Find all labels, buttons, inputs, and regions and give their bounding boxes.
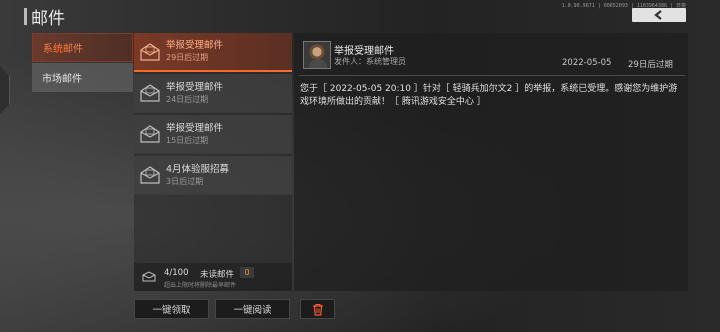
mail-sender: 发件人：系统管理员 — [334, 57, 406, 66]
page-title-text: 邮件 — [31, 9, 65, 29]
mail-detail-title: 举报受理邮件 — [334, 46, 394, 57]
mail-list-item[interactable]: 举报受理邮件 24日后过期 — [134, 74, 292, 113]
mail-expiry: 3日后过期 — [166, 176, 204, 186]
category-system-mail[interactable]: 系统邮件 — [32, 33, 133, 62]
claim-all-button[interactable]: 一键领取 — [134, 299, 209, 319]
page-title: 邮件 — [24, 4, 65, 29]
mailbox-icon — [142, 271, 156, 282]
mail-body: 您于［ 2022-05-05 20:10 ］针对［ 轻骑兵加尔文2 ］的举报，系… — [300, 84, 678, 107]
detail-divider — [299, 75, 685, 76]
envelope-icon — [140, 84, 160, 102]
mail-list-item[interactable]: 举报受理邮件 29日后过期 — [134, 33, 292, 72]
mail-expiry-detail: 29日后过期 — [628, 60, 673, 70]
envelope-icon — [140, 42, 160, 61]
read-all-button[interactable]: 一键阅读 — [215, 299, 290, 319]
envelope-icon — [140, 125, 160, 143]
category-label: 市场邮件 — [42, 74, 82, 85]
mail-title: 举报受理邮件 — [166, 122, 224, 134]
category-market-mail[interactable]: 市场邮件 — [32, 63, 133, 92]
title-bar-accent — [24, 8, 27, 25]
mail-count: 4/100 — [164, 268, 189, 278]
mail-expiry: 24日后过期 — [166, 94, 209, 104]
unread-count-badge: 0 — [240, 267, 254, 278]
mail-detail-panel — [294, 33, 688, 291]
sender-avatar — [303, 41, 331, 69]
category-label: 系统邮件 — [43, 44, 83, 55]
mail-date: 2022-05-05 — [562, 58, 612, 68]
trash-icon — [312, 303, 323, 316]
back-button[interactable] — [632, 8, 686, 22]
delete-button[interactable] — [300, 299, 335, 319]
mail-title: 举报受理邮件 — [166, 40, 224, 51]
mail-list-item[interactable]: 举报受理邮件 15日后过期 — [134, 115, 292, 154]
mail-expiry: 29日后过期 — [166, 53, 209, 62]
mailbox-status: 4/100 未读邮件 0 超出上限时将删除最早邮件 — [134, 263, 292, 291]
mail-expiry: 15日后过期 — [166, 135, 209, 145]
mail-title: 4月体验服招募 — [166, 163, 230, 175]
mailbox-limit-hint: 超出上限时将删除最早邮件 — [164, 282, 237, 289]
unread-label: 未读邮件 — [200, 270, 235, 280]
envelope-icon — [140, 166, 160, 184]
mail-title: 举报受理邮件 — [166, 81, 224, 93]
mail-list-item[interactable]: 4月体验服招募 3日后过期 — [134, 156, 292, 195]
chevron-left-icon — [654, 10, 662, 20]
